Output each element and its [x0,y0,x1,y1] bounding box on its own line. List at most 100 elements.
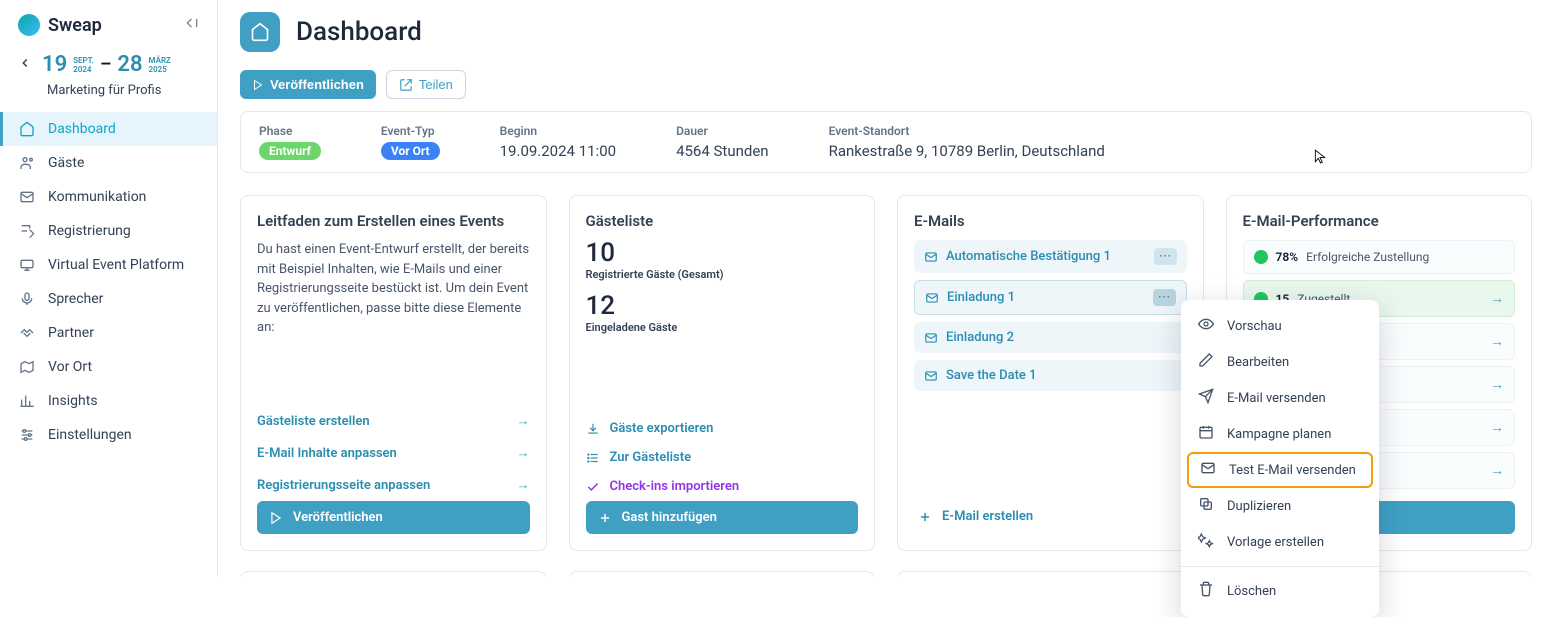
page-icon [240,12,280,52]
link-gaesteliste-erstellen[interactable]: Gästeliste erstellen → [257,405,530,437]
create-email-button[interactable]: E-Mail erstellen [914,499,1187,534]
location-icon [18,359,36,375]
nav-kommunikation[interactable]: Kommunikation [0,180,217,214]
nav-label: Gäste [48,155,84,171]
export-label: Gäste exportieren [610,421,714,436]
begin-value: 19.09.2024 11:00 [500,142,616,160]
home-icon [18,121,36,137]
dauer-label: Dauer [676,124,769,138]
nav-label: Vor Ort [48,359,92,375]
ort-value: Rankestraße 9, 10789 Berlin, Deutschland [829,142,1105,160]
nav-sprecher[interactable]: Sprecher [0,282,217,316]
create-email-label: E-Mail erstellen [942,509,1033,524]
mail-icon [18,189,36,205]
date-start-month: SEPT. [73,56,94,65]
email-label: Save the Date 1 [946,368,1037,383]
email-item-einladung-1[interactable]: Einladung 1 ⋯ [914,280,1187,315]
link-label: E-Mail Inhalte anpassen [257,446,397,461]
chart-icon [18,393,36,409]
nav-einstellungen[interactable]: Einstellungen [0,418,217,452]
type-badge: Vor Ort [381,142,440,160]
users-icon [18,155,36,171]
share-button[interactable]: Teilen [386,70,466,99]
link-registrierung-anpassen[interactable]: Registrierungsseite anpassen → [257,469,530,501]
to-guestlist-label: Zur Gästeliste [610,450,692,465]
dd-loeschen[interactable]: Löschen [1181,573,1379,609]
email-label: Automatische Bestätigung 1 [946,249,1111,264]
dd-duplizieren[interactable]: Duplizieren [1181,488,1379,524]
brand-row: Sweap [0,14,217,44]
import-checkins[interactable]: Check-ins importieren [586,472,859,501]
email-item-save-the-date[interactable]: Save the Date 1 [914,360,1187,391]
presentation-icon [18,257,36,273]
link-email-anpassen[interactable]: E-Mail Inhalte anpassen → [257,437,530,469]
date-end-month: MÄRZ [149,56,171,65]
nav-partner[interactable]: Partner [0,316,217,350]
emails-title: E-Mails [914,212,1187,230]
arrow-icon: → [517,413,530,429]
gaesteliste-title: Gästeliste [586,212,859,230]
phase-badge: Entwurf [259,142,321,160]
perf-row-zustellung[interactable]: 78% Erfolgreiche Zustellung [1243,240,1516,274]
dd-label: Löschen [1227,584,1276,599]
clipboard-icon [18,223,36,239]
dd-bearbeiten[interactable]: Bearbeiten [1181,344,1379,380]
card-sprecher: Sprecher 2 [569,571,876,577]
leitfaden-text: Du hast einen Event-Entwurf erstellt, de… [257,240,530,338]
card-emails: E-Mails Automatische Bestätigung 1 ⋯ Ein… [897,195,1204,551]
dd-kampagne-planen[interactable]: Kampagne planen [1181,416,1379,452]
dd-label: Test E-Mail versenden [1229,463,1356,478]
card-gaesteliste: Gästeliste 10 Registrierte Gäste (Gesamt… [569,195,876,551]
sidebar-collapse-icon[interactable] [185,16,199,34]
type-label: Event-Typ [381,124,440,138]
nav-virtual[interactable]: Virtual Event Platform [0,248,217,282]
nav-vorort[interactable]: Vor Ort [0,350,217,384]
email-actions-icon[interactable]: ⋯ [1153,289,1176,306]
perf-pct: 78% [1276,250,1299,264]
dd-vorlage[interactable]: Vorlage erstellen [1181,524,1379,560]
export-guests[interactable]: Gäste exportieren [586,414,859,443]
dd-label: Bearbeiten [1227,355,1289,370]
perf-title: E-Mail-Performance [1243,212,1516,230]
nav-registrierung[interactable]: Registrierung [0,214,217,248]
publish-button[interactable]: Veröffentlichen [240,70,376,99]
perf-text: Erfolgreiche Zustellung [1306,250,1429,264]
email-item-auto-bestaetigung[interactable]: Automatische Bestätigung 1 ⋯ [914,240,1187,273]
mail-out-icon [1199,460,1217,480]
email-item-einladung-2[interactable]: Einladung 2 [914,322,1187,353]
trash-icon [1197,581,1215,601]
date-start-num: 19 [42,52,67,77]
arrow-icon: → [1490,333,1504,350]
nav-gaeste[interactable]: Gäste [0,146,217,180]
dd-vorschau[interactable]: Vorschau [1181,308,1379,344]
leitfaden-publish-button[interactable]: Veröffentlichen [257,501,530,534]
email-label: Einladung 1 [947,290,1015,305]
dd-test-email[interactable]: Test E-Mail versenden [1187,452,1373,488]
nav-label: Kommunikation [48,189,146,205]
dd-label: E-Mail versenden [1227,391,1326,406]
nav-label: Insights [48,393,98,409]
leitfaden-title: Leitfaden zum Erstellen eines Events [257,212,530,230]
info-bar: Phase Entwurf Event-Typ Vor Ort Beginn 1… [240,111,1532,173]
page-title: Dashboard [296,17,422,47]
check-icon [1254,250,1268,264]
brand-logo [18,14,40,36]
checkins-label: Check-ins importieren [610,479,740,494]
add-guest-button[interactable]: Gast hinzufügen [586,501,859,534]
link-label: Registrierungsseite anpassen [257,478,430,493]
to-guestlist[interactable]: Zur Gästeliste [586,443,859,472]
card-leitfaden: Leitfaden zum Erstellen eines Events Du … [240,195,547,551]
nav-dashboard[interactable]: Dashboard [0,112,217,146]
add-guest-label: Gast hinzufügen [622,510,717,525]
nav-insights[interactable]: Insights [0,384,217,418]
arrow-icon: → [1490,419,1504,436]
arrow-icon: → [517,445,530,461]
back-chevron-icon[interactable] [18,55,32,74]
brand-name: Sweap [48,15,102,36]
event-name: Marketing für Profis [0,79,217,112]
dd-email-senden[interactable]: E-Mail versenden [1181,380,1379,416]
registered-label: Registrierte Gäste (Gesamt) [586,268,859,281]
email-actions-icon[interactable]: ⋯ [1154,248,1177,265]
handshake-icon [18,325,36,341]
copy-icon [1197,496,1215,516]
